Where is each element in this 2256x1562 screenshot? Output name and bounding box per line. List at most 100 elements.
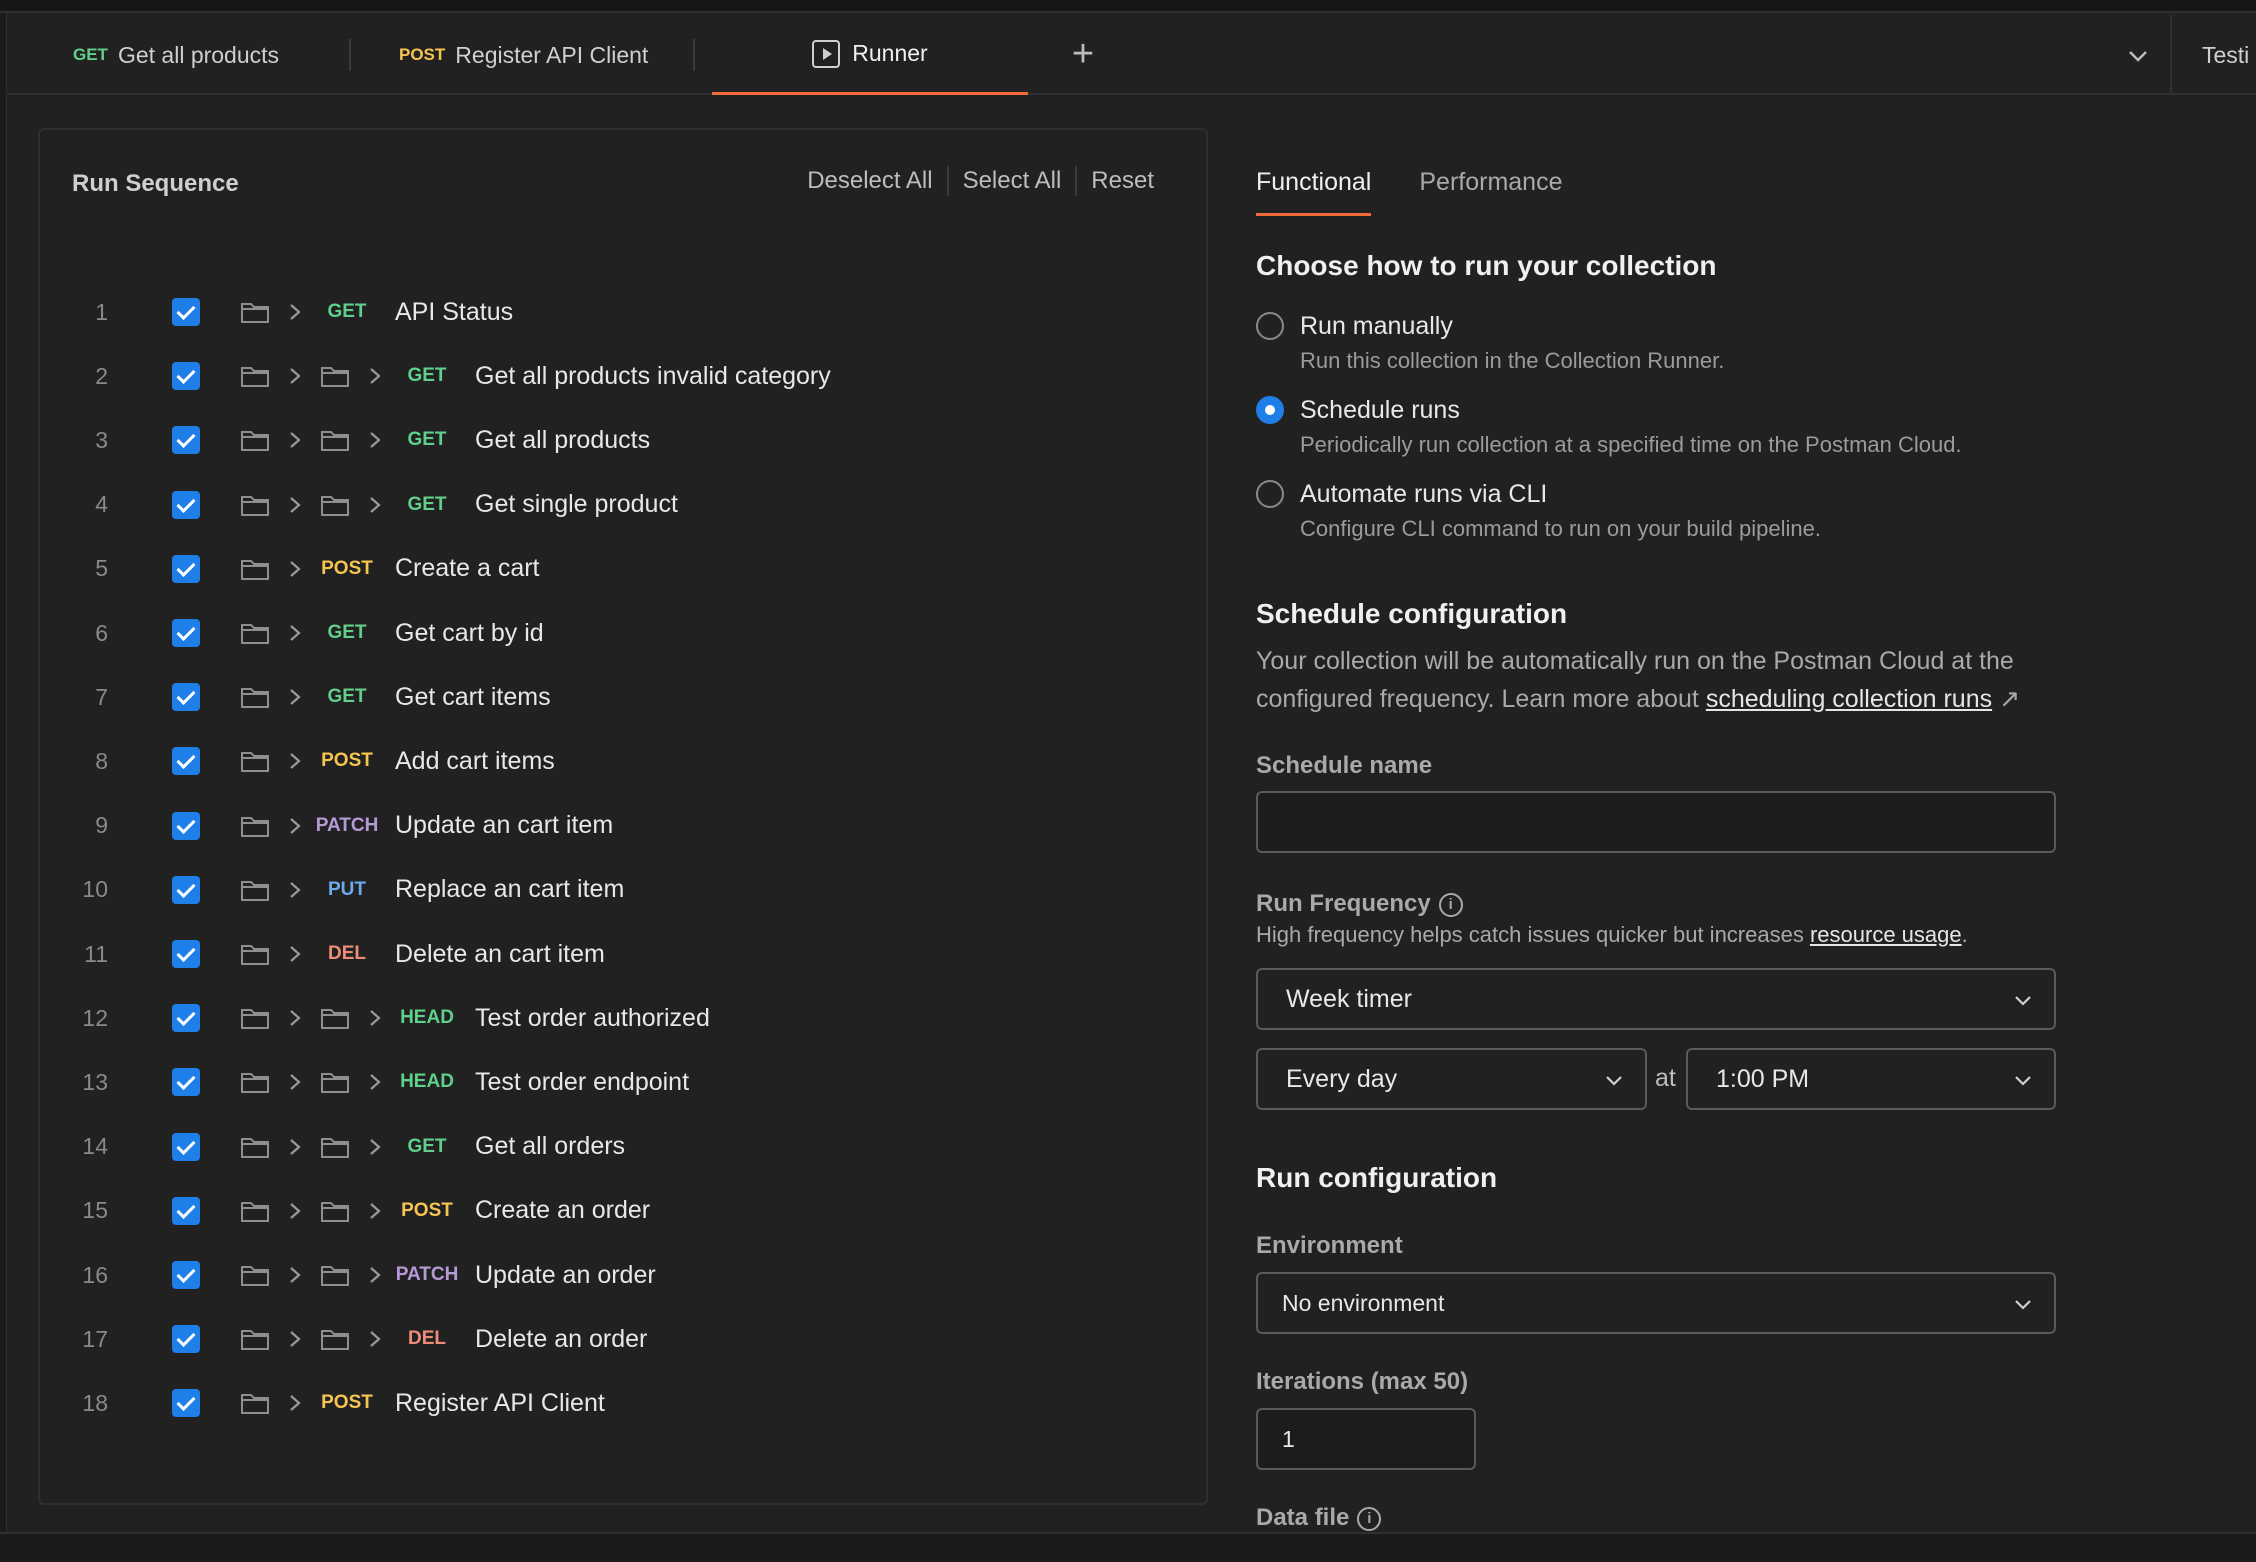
row-checkbox[interactable]	[172, 875, 200, 904]
chevron-right-icon[interactable]	[288, 623, 302, 643]
reset-button[interactable]: Reset	[1077, 167, 1168, 195]
info-icon[interactable]: i	[1438, 892, 1463, 917]
chevron-right-icon[interactable]	[288, 366, 302, 386]
sequence-row[interactable]: 7 GET Get cart items	[40, 665, 1206, 729]
tab-register-api-client[interactable]: POST Register API Client	[399, 15, 648, 95]
row-checkbox[interactable]	[172, 940, 200, 968]
scheduling-collection-runs-link[interactable]: scheduling collection runs	[1706, 685, 1992, 713]
schedule-runs-radio[interactable]	[1256, 396, 1284, 424]
chevron-right-icon[interactable]	[288, 944, 302, 964]
sequence-row[interactable]: 18 POST Register API Client	[40, 1371, 1206, 1435]
sequence-row[interactable]: 14 GET Get all orders	[40, 1115, 1206, 1179]
chevron-right-icon[interactable]	[368, 1265, 382, 1285]
sequence-row[interactable]: 15 POST Create an order	[40, 1179, 1206, 1243]
resource-usage-link[interactable]: resource usage	[1810, 922, 1962, 947]
request-name: Test order endpoint	[475, 1067, 690, 1096]
sequence-row[interactable]: 17 DEL Delete an order	[40, 1307, 1206, 1371]
chevron-right-icon[interactable]	[288, 1265, 302, 1285]
iterations-input[interactable]: 1	[1256, 1408, 1476, 1470]
chevron-right-icon[interactable]	[368, 1072, 382, 1092]
chevron-right-icon[interactable]	[368, 495, 382, 515]
tab-method: GET	[73, 45, 108, 64]
run-frequency-label: Run Frequency i	[1256, 890, 1463, 918]
chevron-right-icon[interactable]	[368, 1329, 382, 1349]
info-icon[interactable]: i	[1357, 1506, 1382, 1531]
row-checkbox[interactable]	[172, 1132, 200, 1161]
schedule-name-input[interactable]	[1256, 791, 2056, 853]
chevron-right-icon[interactable]	[288, 302, 302, 322]
chevron-right-icon[interactable]	[368, 1008, 382, 1028]
chevron-right-icon[interactable]	[368, 1201, 382, 1221]
left-sidebar-edge	[0, 13, 7, 1562]
chevron-right-icon[interactable]	[368, 1137, 382, 1157]
row-checkbox[interactable]	[172, 554, 200, 583]
folder-icon	[240, 428, 270, 452]
option-description: Configure CLI command to run on your bui…	[1300, 516, 1821, 541]
row-checkbox[interactable]	[172, 1068, 200, 1097]
sequence-row[interactable]: 9 PATCH Update an cart item	[40, 794, 1206, 858]
row-checkbox[interactable]	[172, 426, 200, 455]
chevron-right-icon[interactable]	[288, 1008, 302, 1028]
sequence-row[interactable]: 8 POST Add cart items	[40, 729, 1206, 793]
chevron-right-icon[interactable]	[288, 751, 302, 771]
row-checkbox[interactable]	[172, 1325, 200, 1354]
tab-functional[interactable]: Functional	[1256, 168, 1372, 216]
tab-get-all-products[interactable]: GET Get all products	[73, 15, 279, 95]
sequence-row[interactable]: 5 POST Create a cart	[40, 537, 1206, 601]
chevron-right-icon[interactable]	[288, 495, 302, 515]
sequence-row[interactable]: 2 GET Get all products invalid category	[40, 344, 1206, 408]
new-tab-plus-icon[interactable]: +	[1063, 35, 1103, 75]
row-checkbox[interactable]	[172, 362, 200, 391]
sequence-row[interactable]: 16 PATCH Update an order	[40, 1243, 1206, 1307]
request-method: GET	[407, 429, 447, 451]
time-select[interactable]: 1:00 PM	[1686, 1048, 2056, 1110]
row-number: 8	[95, 747, 108, 774]
row-checkbox[interactable]	[172, 1196, 200, 1225]
environment-tab[interactable]: Testi	[2202, 15, 2256, 95]
chevron-right-icon[interactable]	[288, 1201, 302, 1221]
chevron-right-icon[interactable]	[288, 430, 302, 450]
request-name: Create an order	[475, 1196, 651, 1225]
row-checkbox[interactable]	[172, 298, 200, 326]
row-checkbox[interactable]	[172, 1389, 200, 1418]
row-checkbox[interactable]	[172, 811, 200, 840]
row-number: 15	[82, 1197, 108, 1224]
chevron-right-icon[interactable]	[288, 1393, 302, 1413]
frequency-select[interactable]: Week timer	[1256, 968, 2056, 1030]
automate-cli-radio[interactable]	[1256, 480, 1284, 508]
row-checkbox[interactable]	[172, 490, 200, 519]
chevron-right-icon[interactable]	[288, 1137, 302, 1157]
sequence-row[interactable]: 1 GET API Status	[40, 280, 1206, 344]
sequence-row[interactable]: 10 PUT Replace an cart item	[40, 858, 1206, 922]
chevron-right-icon[interactable]	[288, 880, 302, 900]
sequence-row[interactable]: 6 GET Get cart by id	[40, 601, 1206, 665]
day-select[interactable]: Every day	[1256, 1048, 1647, 1110]
row-checkbox[interactable]	[172, 683, 200, 712]
sequence-row[interactable]: 12 HEAD Test order authorized	[40, 986, 1206, 1050]
sequence-row[interactable]: 13 HEAD Test order endpoint	[40, 1050, 1206, 1114]
chevron-right-icon[interactable]	[368, 430, 382, 450]
window-top-strip	[0, 0, 2256, 13]
chevron-right-icon[interactable]	[288, 559, 302, 579]
chevron-right-icon[interactable]	[368, 366, 382, 386]
chevron-right-icon[interactable]	[288, 1072, 302, 1092]
request-method: PATCH	[395, 1264, 459, 1285]
sequence-row[interactable]: 3 GET Get all products	[40, 408, 1206, 472]
folder-icon	[240, 1070, 270, 1094]
sequence-row[interactable]: 11 DEL Delete an cart item	[40, 922, 1206, 986]
run-manually-radio[interactable]	[1256, 312, 1284, 340]
tab-runner[interactable]: Runner	[712, 15, 1028, 95]
deselect-all-button[interactable]: Deselect All	[793, 167, 946, 195]
row-checkbox[interactable]	[172, 747, 200, 776]
chevron-right-icon[interactable]	[288, 1329, 302, 1349]
row-checkbox[interactable]	[172, 1004, 200, 1033]
tab-performance[interactable]: Performance	[1419, 168, 1562, 216]
select-all-button[interactable]: Select All	[949, 167, 1076, 195]
row-checkbox[interactable]	[172, 1261, 200, 1289]
environment-select[interactable]: No environment	[1256, 1272, 2056, 1334]
chevron-right-icon[interactable]	[288, 816, 302, 836]
sequence-row[interactable]: 4 GET Get single product	[40, 473, 1206, 537]
row-checkbox[interactable]	[172, 619, 200, 647]
chevron-down-icon[interactable]	[2123, 41, 2153, 71]
chevron-right-icon[interactable]	[288, 687, 302, 707]
